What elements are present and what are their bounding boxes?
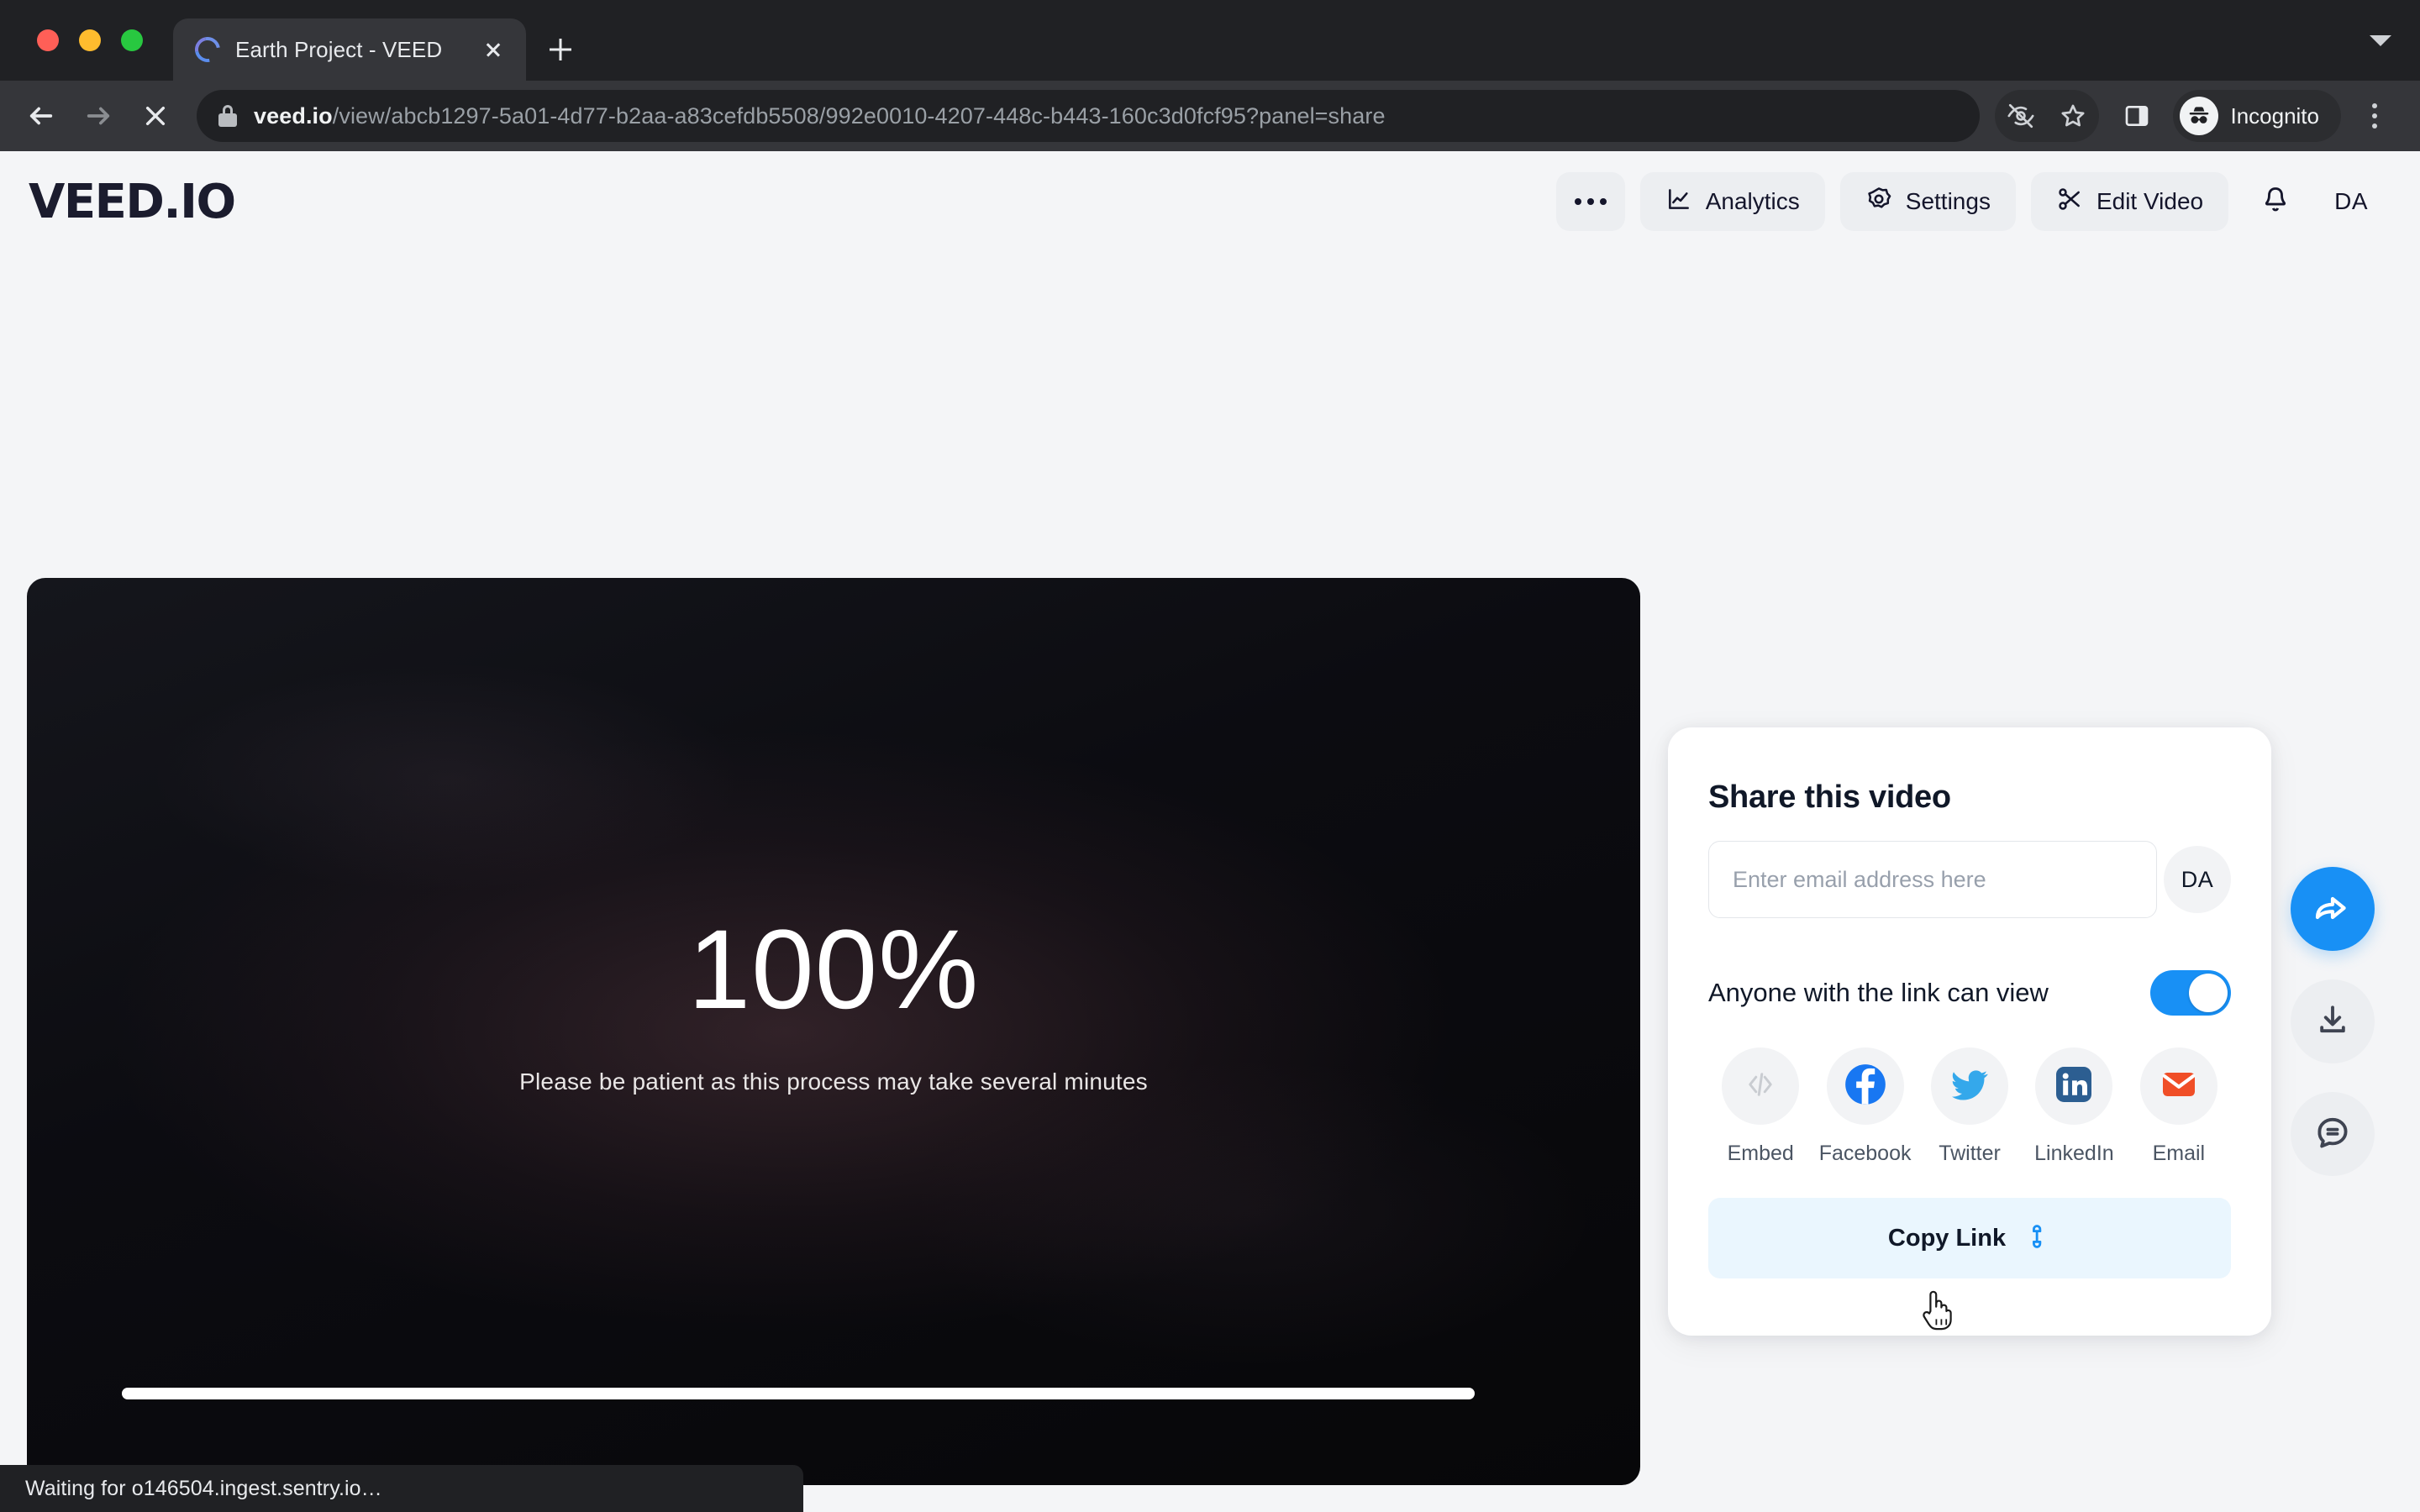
window-traffic-lights [25,0,151,81]
browser-tab[interactable]: Earth Project - VEED [173,18,526,81]
address-bar[interactable]: veed.io/view/abcb1297-5a01-4d77-b2aa-a83… [197,90,1981,142]
new-tab-button[interactable] [534,24,587,76]
mouse-cursor [1917,1287,1957,1334]
page-content: VEED.IO Analytics Settings Edit Video DA… [0,151,2420,1512]
toggle-knob [2189,974,2228,1012]
notifications-button[interactable] [2244,172,2307,231]
facebook-icon [1844,1063,1887,1110]
share-avatar[interactable]: DA [2164,846,2231,913]
status-bar-text: Waiting for o146504.ingest.sentry.io… [25,1476,382,1500]
loading-spinner-icon [190,32,225,67]
bell-icon [2260,185,2291,219]
envelope-icon [2159,1064,2199,1109]
email-input[interactable] [1708,841,2157,918]
link-permission-toggle[interactable] [2150,970,2231,1016]
share-embed-button[interactable]: Embed [1708,1047,1812,1166]
linkedin-icon [2054,1064,2094,1109]
twitter-bird-icon [1949,1064,1990,1109]
embed-circle [1722,1047,1800,1125]
progress-bar-fill [122,1388,1475,1399]
link-permission-row: Anyone with the link can view [1708,970,2231,1016]
comment-fab[interactable] [2291,1092,2375,1176]
bookmark-star-icon[interactable] [2047,90,2099,142]
toolbar-icons: Incognito [1995,90,2398,142]
incognito-label: Incognito [2230,102,2319,129]
back-button[interactable] [15,90,67,142]
linkedin-circle [2035,1047,2113,1125]
share-email-row: DA [1708,841,2231,918]
more-horizontal-icon [1574,198,1607,205]
url-path: /view/abcb1297-5a01-4d77-b2aa-a83cefdb55… [332,102,1386,129]
settings-button-label: Settings [1905,188,1991,214]
video-player[interactable]: 100% Please be patient as this process m… [27,578,1640,1485]
analytics-button[interactable]: Analytics [1639,172,1825,231]
share-twitter-button[interactable]: Twitter [1918,1047,2022,1166]
status-bar: Waiting for o146504.ingest.sentry.io… [0,1465,803,1512]
forward-button[interactable] [72,90,124,142]
chrome-menu-button[interactable] [2351,90,2398,142]
app-header-actions: Analytics Settings Edit Video DA [1555,172,2380,231]
share-linkedin-button[interactable]: LinkedIn [2022,1047,2126,1166]
copy-link-label: Copy Link [1887,1224,2007,1252]
settings-button[interactable]: Settings [1839,172,2016,231]
floating-action-rail [2291,867,2375,1176]
share-twitter-label: Twitter [1939,1142,2001,1165]
browser-window: Earth Project - VEED veed.io/view/abcb12… [0,0,2420,1512]
progress-message: Please be patient as this process may ta… [519,1068,1148,1095]
toolbar-pill [1995,90,2100,142]
minimize-window-button[interactable] [79,29,101,51]
browser-toolbar: veed.io/view/abcb1297-5a01-4d77-b2aa-a83… [0,81,2420,151]
twitter-circle [1931,1047,2009,1125]
lock-icon [218,105,237,127]
progress-percent-label: 100% [687,907,980,1032]
edit-video-button[interactable]: Edit Video [2030,172,2229,231]
share-panel-title: Share this video [1708,780,1951,815]
link-chain-icon [2023,1222,2051,1255]
facebook-circle [1826,1047,1904,1125]
video-export-status: 100% Please be patient as this process m… [27,914,1640,1095]
app-header: VEED.IO Analytics Settings Edit Video DA [0,151,2420,252]
link-permission-label: Anyone with the link can view [1708,978,2049,1007]
edit-video-button-label: Edit Video [2096,188,2204,214]
tab-title: Earth Project - VEED [235,36,443,62]
side-panel-icon[interactable] [2111,90,2163,142]
third-party-cookies-blocked-icon[interactable] [1995,90,2047,142]
share-embed-label: Embed [1727,1142,1794,1165]
email-circle [2139,1047,2217,1125]
share-panel: Share this video DA Anyone with the link… [1668,727,2271,1336]
chart-line-icon [1665,186,1692,218]
copy-link-button[interactable]: Copy Link [1708,1198,2231,1278]
tabstrip-right-controls [2370,0,2420,81]
maximize-window-button[interactable] [121,29,143,51]
url-host: veed.io [254,102,333,129]
scissors-icon [2056,186,2083,218]
share-fab[interactable] [2291,867,2375,951]
share-linkedin-label: LinkedIn [2034,1142,2114,1165]
share-email-button[interactable]: Email [2127,1047,2231,1166]
share-email-label: Email [2152,1142,2206,1165]
code-brackets-icon [1743,1067,1778,1106]
address-bar-url: veed.io/view/abcb1297-5a01-4d77-b2aa-a83… [254,103,1386,129]
more-options-button[interactable] [1555,172,1625,231]
close-window-button[interactable] [37,29,59,51]
analytics-button-label: Analytics [1705,188,1800,214]
tab-strip: Earth Project - VEED [0,0,2420,81]
stop-loading-button[interactable] [129,90,182,142]
chevron-down-icon[interactable] [2370,34,2391,46]
social-share-row: Embed Facebook Twitter LinkedIn Email [1708,1047,2231,1166]
progress-bar [122,1388,1475,1399]
veed-logo[interactable]: VEED.IO [29,175,236,229]
gear-icon [1865,186,1892,218]
download-icon [2314,1001,2351,1042]
incognito-profile-button[interactable]: Incognito [2173,90,2341,142]
user-avatar[interactable]: DA [2323,188,2380,215]
share-facebook-button[interactable]: Facebook [1812,1047,1917,1166]
incognito-icon [2180,97,2219,135]
share-arrow-icon [2312,887,2353,932]
close-tab-icon[interactable] [479,35,508,64]
comment-icon [2314,1114,2351,1155]
share-facebook-label: Facebook [1818,1142,1912,1165]
download-fab[interactable] [2291,979,2375,1063]
